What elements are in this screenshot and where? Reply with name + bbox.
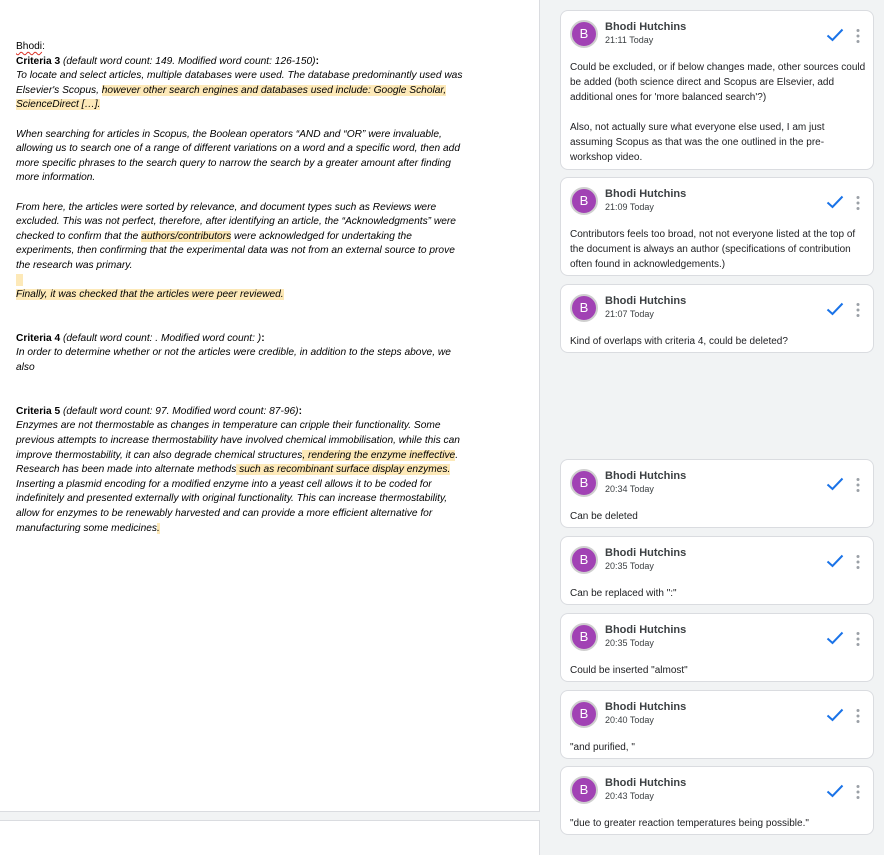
comment-card[interactable]: B Bhodi Hutchins 21:07 Today Kind of ove… [560,284,874,353]
criteria3-heading: Criteria 3 [16,55,61,67]
more-vert-icon[interactable] [855,631,861,647]
comment-body: Could be excluded, or if below changes m… [570,60,866,165]
comment-author: Bhodi Hutchins [605,547,687,559]
comment-author: Bhodi Hutchins [605,777,687,789]
comment-time: 21:09 Today [605,202,654,212]
comment-body: "and purified, " [570,740,866,755]
more-vert-icon[interactable] [855,708,861,724]
comment-time: 20:34 Today [605,484,654,494]
criteria3-paragraph-4: Finally, it was checked that the article… [16,288,471,303]
document-body[interactable]: Bhodi: Criteria 3 (default word count: 1… [16,40,471,536]
more-vert-icon[interactable] [855,28,861,44]
comment-body: "due to greater reaction temperatures be… [570,816,866,831]
criteria5-heading: Criteria 5 [16,405,61,417]
comment-time: 21:07 Today [605,309,654,319]
checkmark-icon[interactable] [826,554,844,568]
comment-time: 21:11 Today [605,35,654,45]
criteria5-note: (default word count: 97. Modified word c… [60,405,299,417]
avatar: B [570,469,598,497]
criteria3-heading-line: Criteria 3 (default word count: 149. Mod… [16,55,471,70]
criteria3-paragraph-2: When searching for articles in Scopus, t… [16,128,471,186]
avatar: B [570,187,598,215]
comment-author: Bhodi Hutchins [605,701,687,713]
greeting-colon: : [42,41,45,52]
comment-time: 20:35 Today [605,638,654,648]
avatar: B [570,546,598,574]
greeting-line: Bhodi: [16,40,471,55]
comment-anchor-highlight[interactable]: . [157,522,160,534]
comment-author: Bhodi Hutchins [605,470,687,482]
document-next-page[interactable] [0,820,540,855]
comment-card[interactable]: B Bhodi Hutchins 20:40 Today "and purifi… [560,690,874,759]
criteria3-p2-text: When searching for articles in Scopus, t… [16,128,460,184]
comment-card[interactable]: B Bhodi Hutchins 21:09 Today Contributor… [560,177,874,276]
comment-text: Kind of overlaps with criteria 4, could … [570,336,788,347]
comment-author: Bhodi Hutchins [605,21,687,33]
checkmark-icon[interactable] [826,302,844,316]
comment-anchor-marker[interactable] [16,273,23,286]
comment-author: Bhodi Hutchins [605,624,687,636]
comment-card[interactable]: B Bhodi Hutchins 20:34 Today Can be dele… [560,459,874,528]
more-vert-icon[interactable] [855,302,861,318]
checkmark-icon[interactable] [826,784,844,798]
comment-text: "due to greater reaction temperatures be… [570,818,809,829]
comment-text: "and purified, " [570,742,635,753]
criteria4-note: (default word count: . Modified word cou… [60,332,262,344]
comment-body: Can be deleted [570,509,866,524]
more-vert-icon[interactable] [855,784,861,800]
comment-body: Could be inserted "almost" [570,663,866,678]
more-vert-icon[interactable] [855,195,861,211]
comment-body: Contributors feels too broad, not not ev… [570,227,866,272]
comment-text: Also, not actually sure what everyone el… [570,122,825,163]
avatar: B [570,623,598,651]
criteria5-colon: : [298,405,302,417]
comment-time: 20:40 Today [605,715,654,725]
comment-text: Could be excluded, or if below changes m… [570,62,866,103]
comment-anchor-highlight[interactable]: authors/contributors [141,230,232,242]
criteria3-paragraph-1: To locate and select articles, multiple … [16,69,471,113]
criteria4-p1-text: In order to determine whether or not the… [16,347,451,374]
comment-text: Could be inserted "almost" [570,665,688,676]
comment-author: Bhodi Hutchins [605,295,687,307]
criteria3-note: (default word count: 149. Modified word … [60,55,316,67]
comment-text: Contributors feels too broad, not not ev… [570,229,856,270]
comment-anchor-highlight[interactable]: , rendering the enzyme ineffective [302,449,456,461]
criteria5-heading-line: Criteria 5 (default word count: 97. Modi… [16,405,471,420]
avatar: B [570,20,598,48]
checkmark-icon[interactable] [826,477,844,491]
comment-time: 20:35 Today [605,561,654,571]
comment-text: Can be replaced with ":" [570,588,677,599]
checkmark-icon[interactable] [826,28,844,42]
comment-card[interactable]: B Bhodi Hutchins 20:35 Today Can be repl… [560,536,874,605]
avatar: B [570,294,598,322]
comment-card[interactable]: B Bhodi Hutchins 20:43 Today "due to gre… [560,766,874,835]
checkmark-icon[interactable] [826,631,844,645]
criteria3-colon: : [315,55,319,67]
criteria4-colon: : [261,332,265,344]
comment-text: Can be deleted [570,511,638,522]
criteria4-heading: Criteria 4 [16,332,61,344]
criteria3-paragraph-3: From here, the articles were sorted by r… [16,201,471,274]
more-vert-icon[interactable] [855,554,861,570]
criteria4-heading-line: Criteria 4 (default word count: . Modifi… [16,332,471,347]
checkmark-icon[interactable] [826,195,844,209]
comment-anchor-highlight[interactable]: Finally, it was checked that the article… [16,289,284,301]
comment-body: Can be replaced with ":" [570,586,866,601]
document-page[interactable]: Bhodi: Criteria 3 (default word count: 1… [0,0,540,812]
avatar: B [570,700,598,728]
comment-body: Kind of overlaps with criteria 4, could … [570,334,866,349]
more-vert-icon[interactable] [855,477,861,493]
comment-author: Bhodi Hutchins [605,188,687,200]
greeting-name: Bhodi [16,41,43,52]
avatar: B [570,776,598,804]
empty-highlight-line [16,273,471,289]
checkmark-icon[interactable] [826,708,844,722]
comment-time: 20:43 Today [605,791,654,801]
comment-card[interactable]: B Bhodi Hutchins 21:11 Today Could be ex… [560,10,874,170]
comment-card[interactable]: B Bhodi Hutchins 20:35 Today Could be in… [560,613,874,682]
criteria5-paragraph: Enzymes are not thermostable as changes … [16,419,471,536]
criteria4-paragraph-1: In order to determine whether or not the… [16,346,471,375]
comment-anchor-highlight[interactable]: such as recombinant surface display enzy… [236,464,451,476]
